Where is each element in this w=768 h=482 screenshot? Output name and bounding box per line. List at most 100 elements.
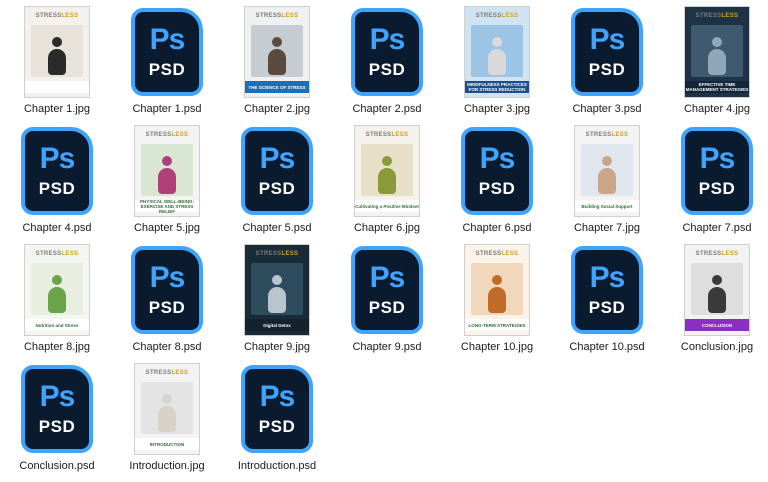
file-item[interactable]: STRESSLESS PHYSICAL WELL-BEING: EXERCISE … [112,123,222,242]
file-item[interactable]: STRESSLESS Chapter 1.jpg [2,4,112,123]
psd-icon-text: PSD [588,298,626,317]
psd-file-thumbnail[interactable]: Ps PSD [554,242,660,338]
file-item[interactable]: Ps PSD Conclusion.psd [2,361,112,480]
file-item[interactable]: STRESSLESS MINDFULNESS PRACTICES FOR STRE… [442,4,552,123]
file-name-label[interactable]: Chapter 3.jpg [464,103,530,115]
file-item[interactable]: STRESSLESS INTRODUCTION Introduction.jpg [112,361,222,480]
person-head [162,156,172,166]
file-name-label[interactable]: Chapter 8.psd [132,341,201,353]
cover-image: STRESSLESS Building Social Support [574,125,640,217]
file-name-label[interactable]: Chapter 8.jpg [24,341,90,353]
file-name-label[interactable]: Conclusion.psd [19,460,94,472]
cover-title-band: THE SCIENCE OF STRESS [245,81,309,93]
psd-file-thumbnail[interactable]: Ps PSD [664,123,768,219]
cover-title-band: MINDFULNESS PRACTICES FOR STRESS REDUCTI… [465,81,529,93]
file-name-label[interactable]: Chapter 6.psd [462,222,531,234]
file-name-label[interactable]: Chapter 7.jpg [574,222,640,234]
jpg-file-thumbnail[interactable]: STRESSLESS Nutrition and Stress [4,242,110,338]
jpg-file-thumbnail[interactable]: STRESSLESS Digital Detox [224,242,330,338]
file-name-label[interactable]: Chapter 4.psd [22,222,91,234]
file-item[interactable]: Ps PSD Chapter 4.psd [2,123,112,242]
jpg-file-thumbnail[interactable]: STRESSLESS [4,4,110,100]
jpg-file-thumbnail[interactable]: STRESSLESS PHYSICAL WELL-BEING: EXERCISE … [114,123,220,219]
file-name-label[interactable]: Chapter 6.jpg [354,222,420,234]
file-name-label[interactable]: Chapter 3.psd [572,103,641,115]
jpg-file-thumbnail[interactable]: STRESSLESS INTRODUCTION [114,361,220,457]
file-name-label[interactable]: Chapter 4.jpg [684,103,750,115]
cover-brand-logo: STRESSLESS [585,132,629,138]
jpg-file-thumbnail[interactable]: STRESSLESS THE SCIENCE OF STRESS [224,4,330,100]
psd-file-thumbnail[interactable]: Ps PSD [114,4,220,100]
psd-icon-text: PSD [588,60,626,79]
file-name-label[interactable]: Chapter 10.jpg [461,341,533,353]
photoshop-icon: Ps PSD [241,127,313,215]
jpg-file-thumbnail[interactable]: STRESSLESS LONG-TERM STRATEGIES [444,242,550,338]
cover-brand-logo: STRESSLESS [255,13,299,19]
psd-icon-text: PSD [258,417,296,436]
photoshop-icon: Ps PSD [21,365,93,453]
cover-image: STRESSLESS Digital Detox [244,244,310,336]
file-name-label[interactable]: Chapter 2.psd [352,103,421,115]
jpg-file-thumbnail[interactable]: STRESSLESS Building Social Support [554,123,660,219]
psd-file-thumbnail[interactable]: Ps PSD [114,242,220,338]
jpg-file-thumbnail[interactable]: STRESSLESS EFFECTIVE TIME MANAGEMENT STRA… [664,4,768,100]
psd-file-thumbnail[interactable]: Ps PSD [554,4,660,100]
file-item[interactable]: STRESSLESS Cultivating a Positive Mindset… [332,123,442,242]
psd-file-thumbnail[interactable]: Ps PSD [4,123,110,219]
file-name-label[interactable]: Chapter 1.psd [132,103,201,115]
psd-file-thumbnail[interactable]: Ps PSD [4,361,110,457]
file-item[interactable]: Ps PSD Chapter 7.psd [662,123,768,242]
file-name-label[interactable]: Chapter 7.psd [682,222,751,234]
file-item[interactable]: STRESSLESS EFFECTIVE TIME MANAGEMENT STRA… [662,4,768,123]
file-name-label[interactable]: Chapter 5.jpg [134,222,200,234]
file-item[interactable]: Ps PSD Chapter 1.psd [112,4,222,123]
cover-brand-logo: STRESSLESS [145,132,189,138]
psd-file-thumbnail[interactable]: Ps PSD [444,123,550,219]
person-figure [488,49,506,75]
person-head [272,275,282,285]
photoshop-icon: Ps PSD [571,246,643,334]
cover-title-band: LONG-TERM STRATEGIES [465,319,529,331]
psd-file-thumbnail[interactable]: Ps PSD [224,123,330,219]
file-name-label[interactable]: Chapter 2.jpg [244,103,310,115]
file-item[interactable]: Ps PSD Chapter 10.psd [552,242,662,361]
file-item[interactable]: Ps PSD Chapter 6.psd [442,123,552,242]
file-item[interactable]: STRESSLESS THE SCIENCE OF STRESS Chapter 2… [222,4,332,123]
psd-file-thumbnail[interactable]: Ps PSD [334,4,440,100]
file-item[interactable]: Ps PSD Chapter 9.psd [332,242,442,361]
cover-title-band [25,81,89,93]
cover-brand-logo: STRESSLESS [695,251,739,257]
jpg-file-thumbnail[interactable]: STRESSLESS MINDFULNESS PRACTICES FOR STRE… [444,4,550,100]
person-figure [158,168,176,194]
psd-file-thumbnail[interactable]: Ps PSD [334,242,440,338]
ps-icon-text: Ps [589,23,626,56]
photoshop-icon: Ps PSD [131,246,203,334]
person-figure [158,406,176,432]
file-item[interactable]: Ps PSD Chapter 2.psd [332,4,442,123]
file-name-label[interactable]: Chapter 10.psd [569,341,644,353]
file-item[interactable]: STRESSLESS Building Social Support Chapter… [552,123,662,242]
file-item[interactable]: Ps PSD Chapter 8.psd [112,242,222,361]
file-name-label[interactable]: Introduction.psd [238,460,316,472]
ps-icon-text: Ps [589,261,626,294]
cover-image: STRESSLESS PHYSICAL WELL-BEING: EXERCISE … [134,125,200,217]
file-name-label[interactable]: Introduction.jpg [129,460,204,472]
psd-file-thumbnail[interactable]: Ps PSD [224,361,330,457]
file-name-label[interactable]: Chapter 9.jpg [244,341,310,353]
file-item[interactable]: STRESSLESS CONCLUSION Conclusion.jpg [662,242,768,361]
file-item[interactable]: STRESSLESS Nutrition and Stress Chapter 8.… [2,242,112,361]
jpg-file-thumbnail[interactable]: STRESSLESS Cultivating a Positive Mindset [334,123,440,219]
file-item[interactable]: Ps PSD Introduction.psd [222,361,332,480]
file-item[interactable]: STRESSLESS Digital Detox Chapter 9.jpg [222,242,332,361]
file-name-label[interactable]: Chapter 1.jpg [24,103,90,115]
file-name-label[interactable]: Chapter 5.psd [242,222,311,234]
cover-brand-logo: STRESSLESS [255,251,299,257]
cover-brand-logo: STRESSLESS [365,132,409,138]
cover-title-band: Nutrition and Stress [25,319,89,331]
file-item[interactable]: STRESSLESS LONG-TERM STRATEGIES Chapter 10… [442,242,552,361]
file-item[interactable]: Ps PSD Chapter 3.psd [552,4,662,123]
jpg-file-thumbnail[interactable]: STRESSLESS CONCLUSION [664,242,768,338]
file-item[interactable]: Ps PSD Chapter 5.psd [222,123,332,242]
file-name-label[interactable]: Chapter 9.psd [352,341,421,353]
file-name-label[interactable]: Conclusion.jpg [681,341,753,353]
